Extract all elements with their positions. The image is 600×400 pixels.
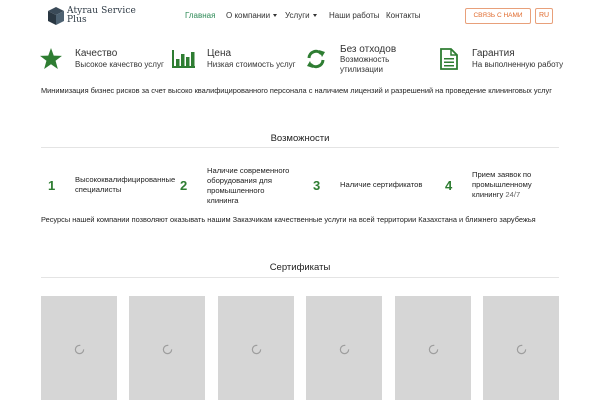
certificate-placeholder[interactable] xyxy=(129,296,205,400)
advantages-title: Возможности xyxy=(270,133,330,144)
chevron-down-icon xyxy=(273,14,278,17)
document-icon xyxy=(440,48,458,70)
intro-text: Минимизация бизнес рисков за счет высоко… xyxy=(41,86,552,95)
certificate-placeholder[interactable] xyxy=(41,296,117,400)
advantage-number: 2 xyxy=(180,178,188,193)
feature-subtitle-no-waste: Возможность утилизации xyxy=(340,55,390,74)
certificates-title: Сертификаты xyxy=(269,262,331,273)
advantage-number: 1 xyxy=(48,178,56,193)
feature-subtitle-guarantee: На выполненную работу xyxy=(472,60,564,69)
advantages-footer-text: Ресурсы нашей компании позволяют оказыва… xyxy=(41,215,536,224)
certificate-placeholder[interactable] xyxy=(395,296,471,400)
nav-services-label: Услуги xyxy=(285,11,310,20)
certificate-placeholder[interactable] xyxy=(218,296,294,400)
feature-subtitle-price: Низкая стоимость услуг xyxy=(207,60,296,69)
nav-services[interactable]: Услуги xyxy=(285,11,317,20)
nav-about-label: О компании xyxy=(226,11,271,20)
site-header: Atyrau Service Plus Главная О компании У… xyxy=(0,0,600,32)
loading-spinner-icon xyxy=(516,344,527,355)
feature-title-no-waste: Без отходов xyxy=(340,44,397,55)
advantage-text: Наличие современного оборудования для пр… xyxy=(207,166,290,205)
star-icon xyxy=(40,48,62,69)
feature-subtitle-quality: Высокое качество услуг xyxy=(75,60,164,69)
logo[interactable]: Atyrau Service Plus xyxy=(48,6,138,26)
recycle-icon xyxy=(307,49,325,69)
logo-cube-icon xyxy=(48,7,64,25)
chevron-down-icon xyxy=(312,14,317,17)
nav-about[interactable]: О компании xyxy=(226,11,278,20)
loading-spinner-icon xyxy=(74,344,85,355)
language-selector[interactable]: RU xyxy=(535,8,553,24)
nav-home[interactable]: Главная xyxy=(185,11,215,20)
advantage-text: Высококвалифицированные специалисты xyxy=(75,175,176,194)
loading-spinner-icon xyxy=(251,344,262,355)
certificates-divider xyxy=(41,277,559,278)
advantage-number: 4 xyxy=(445,178,453,193)
nav-works[interactable]: Наши работы xyxy=(329,11,380,20)
certificate-placeholder[interactable] xyxy=(483,296,559,400)
advantage-number: 3 xyxy=(313,178,321,193)
loading-spinner-icon xyxy=(162,344,173,355)
advantages-divider xyxy=(41,147,559,148)
advantage-text: Прием заявок по промышленному клинингу 2… xyxy=(472,170,547,200)
feature-title-guarantee: Гарантия xyxy=(472,48,515,59)
feature-title-quality: Качество xyxy=(75,48,118,59)
loading-spinner-icon xyxy=(428,344,439,355)
advantage-text: Наличие сертификатов xyxy=(340,180,423,189)
advantage-text-suffix: 24/7 xyxy=(505,190,521,199)
contact-button[interactable]: СВЯЗЬ С НАМИ xyxy=(465,8,531,24)
logo-text: Atyrau Service Plus xyxy=(67,7,136,25)
nav-contacts[interactable]: Контакты xyxy=(386,11,421,20)
logo-line-2: Plus xyxy=(67,15,87,25)
advantage-text-main: Прием заявок по промышленному клинингу xyxy=(472,170,532,199)
loading-spinner-icon xyxy=(339,344,350,355)
feature-title-price: Цена xyxy=(207,48,232,59)
certificate-placeholder[interactable] xyxy=(306,296,382,400)
bar-chart-icon xyxy=(172,50,195,68)
